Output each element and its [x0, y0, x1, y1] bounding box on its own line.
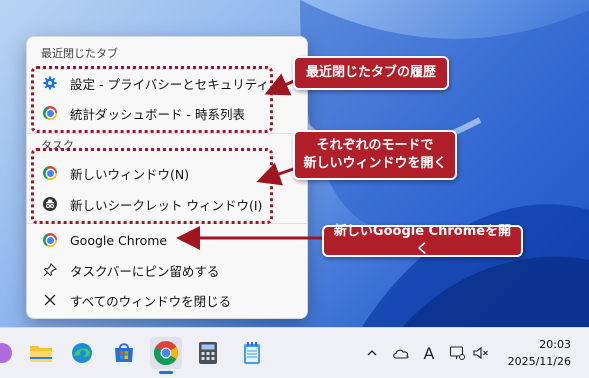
close-icon	[42, 292, 58, 308]
chrome-icon	[153, 341, 178, 366]
copilot-icon[interactable]	[0, 337, 18, 369]
system-tray: A	[364, 328, 490, 378]
close-all-windows-item[interactable]: すべてのウィンドウを閉じる	[33, 287, 299, 313]
open-chrome-callout-text: 新しいGoogle Chromeを開く	[333, 224, 512, 257]
pin-to-taskbar-item[interactable]: タスクバーにピン留めする	[33, 257, 299, 283]
clock-time: 20:03	[539, 338, 571, 351]
window-modes-callout-line2: 新しいウィンドウを開く	[303, 156, 447, 171]
ime-icon[interactable]: A	[422, 344, 436, 363]
pin-icon	[42, 262, 58, 278]
recent-tabs-highlight	[31, 66, 273, 133]
recent-tabs-heading: 最近閉じたタブ	[41, 47, 118, 60]
menu-divider	[27, 133, 307, 134]
running-indicator	[159, 371, 173, 374]
recent-tabs-callout: 最近閉じたタブの履歴	[293, 56, 449, 90]
open-chrome-callout: 新しいGoogle Chromeを開く	[322, 224, 523, 257]
file-explorer-icon[interactable]	[25, 337, 57, 369]
close-all-windows-label: すべてのウィンドウを閉じる	[70, 293, 232, 309]
task-items-highlight	[31, 148, 273, 224]
clock-date: 2025/11/26	[507, 355, 571, 368]
taskbar: A 20:03 2025/11/26	[0, 327, 589, 378]
notepad-icon[interactable]	[236, 337, 268, 369]
chevron-up-icon[interactable]	[364, 349, 380, 357]
clock[interactable]: 20:03 2025/11/26	[508, 336, 571, 370]
chrome-taskbar-button[interactable]	[150, 337, 182, 374]
window-modes-callout: それぞれのモードで 新しいウィンドウを開く	[293, 130, 457, 180]
chrome-icon	[42, 232, 58, 248]
store-icon[interactable]	[108, 337, 140, 369]
calculator-icon[interactable]	[192, 337, 224, 369]
google-chrome-label: Google Chrome	[70, 232, 168, 248]
pin-to-taskbar-label: タスクバーにピン留めする	[70, 263, 220, 279]
volume-mute-icon[interactable]	[472, 346, 490, 360]
edge-icon[interactable]	[66, 337, 98, 369]
open-google-chrome-item[interactable]: Google Chrome	[33, 227, 299, 253]
recent-tabs-callout-text: 最近閉じたタブの履歴	[305, 65, 436, 80]
cloud-icon[interactable]	[392, 347, 410, 359]
window-modes-callout-line1: それぞれのモードで	[316, 138, 434, 153]
display-icon[interactable]	[448, 345, 466, 361]
